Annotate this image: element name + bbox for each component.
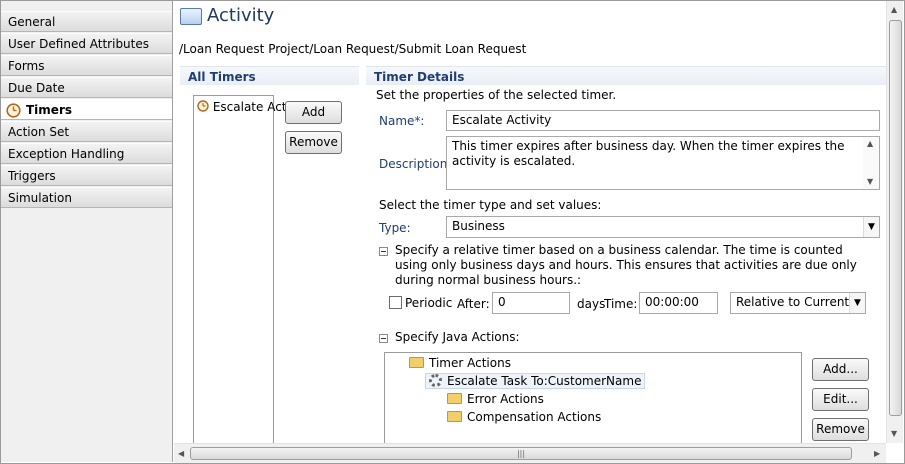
tab-exception-handling[interactable]: Exception Handling — [1, 143, 172, 164]
scroll-down-icon[interactable]: ▼ — [891, 429, 897, 438]
after-label: After: — [457, 297, 490, 311]
tree-node-escalate-task[interactable]: Escalate Task To:CustomerName — [425, 373, 646, 389]
tab-due-date[interactable]: Due Date — [1, 77, 172, 98]
after-days-field[interactable]: 0 — [492, 292, 570, 314]
tab-general[interactable]: General — [1, 11, 172, 32]
java-actions-label: Specify Java Actions: — [395, 330, 520, 344]
tab-triggers[interactable]: Triggers — [1, 165, 172, 186]
remove-action-button[interactable]: Remove — [812, 418, 869, 441]
tab-user-defined-attributes[interactable]: User Defined Attributes — [1, 33, 172, 54]
tab-label: Action Set — [8, 125, 70, 139]
tree-node-error-actions[interactable]: Error Actions — [447, 392, 544, 406]
tab-label: Timers — [26, 103, 73, 117]
relative-to-value: Relative to Current Ti — [736, 295, 864, 309]
collapse-icon[interactable] — [379, 247, 388, 256]
scroll-up-icon[interactable]: ▲ — [891, 5, 897, 14]
tab-label: Simulation — [8, 191, 72, 205]
vertical-scrollbar[interactable]: ▲ ▼ — [886, 1, 903, 443]
clock-icon — [197, 100, 209, 112]
folder-icon — [447, 411, 462, 422]
type-select[interactable]: Business ▼ — [446, 216, 880, 238]
type-label: Type: — [379, 221, 411, 235]
days-label: days — [577, 297, 606, 311]
type-select-value: Business — [452, 219, 505, 233]
relative-timer-text: Specify a relative timer based on a busi… — [395, 243, 857, 287]
tree-node-label: Timer Actions — [429, 356, 511, 370]
tab-action-set[interactable]: Action Set — [1, 121, 172, 142]
horizontal-scrollbar[interactable]: ◀ ||| ▶ — [174, 443, 886, 463]
tab-label: Forms — [8, 59, 45, 73]
name-label: Name*: — [379, 114, 425, 128]
periodic-checkbox[interactable] — [389, 296, 402, 309]
scroll-up-icon[interactable]: ▲ — [867, 139, 873, 148]
periodic-label: Periodic — [405, 296, 453, 310]
description-field[interactable]: This timer expires after business day. W… — [446, 136, 880, 190]
tab-label: User Defined Attributes — [8, 37, 150, 51]
vertical-scroll-thumb[interactable] — [889, 20, 902, 416]
all-timers-header: All Timers — [180, 66, 359, 85]
folder-icon — [409, 357, 424, 368]
page-title: Activity — [207, 5, 275, 26]
chevron-down-icon: ▼ — [849, 293, 865, 313]
tree-node-label: Compensation Actions — [467, 410, 602, 424]
tree-node-timer-actions[interactable]: Timer Actions — [409, 356, 511, 370]
tree-node-compensation-actions[interactable]: Compensation Actions — [447, 410, 601, 424]
edit-action-button[interactable]: Edit... — [812, 388, 869, 411]
scroll-left-icon[interactable]: ◀ — [178, 449, 184, 458]
breadcrumb: /Loan Request Project/Loan Request/Submi… — [179, 42, 527, 56]
folder-icon — [447, 393, 462, 404]
tree-node-label: Escalate Task To:CustomerName — [447, 374, 642, 388]
add-action-button[interactable]: Add... — [812, 358, 869, 381]
scroll-down-icon[interactable]: ▼ — [867, 177, 873, 186]
relative-to-select[interactable]: Relative to Current Ti ▼ — [730, 292, 866, 314]
tab-forms[interactable]: Forms — [1, 55, 172, 76]
select-type-text: Select the timer type and set values: — [379, 198, 602, 212]
gear-icon — [429, 374, 442, 387]
name-field[interactable]: Escalate Activity — [446, 110, 880, 131]
main-panel: Activity /Loan Request Project/Loan Requ… — [174, 1, 886, 443]
remove-timer-button[interactable]: Remove — [285, 131, 342, 154]
scroll-right-icon[interactable]: ▶ — [874, 449, 880, 458]
description-scrollbar[interactable]: ▲ ▼ — [863, 137, 879, 189]
tree-node-label: Error Actions — [467, 392, 544, 406]
timer-details-intro: Set the properties of the selected timer… — [376, 88, 617, 102]
add-timer-button[interactable]: Add — [285, 101, 342, 124]
timers-list[interactable]: Escalate Activity — [193, 95, 312, 443]
time-label: Time: — [604, 297, 638, 311]
activity-icon — [180, 8, 202, 25]
time-field[interactable]: 00:00:00 — [639, 292, 718, 314]
horizontal-scroll-thumb[interactable]: ||| — [190, 447, 852, 460]
tab-label: Exception Handling — [8, 147, 125, 161]
tab-simulation[interactable]: Simulation — [1, 187, 172, 208]
timer-details-header: Timer Details — [366, 66, 886, 85]
description-label: Description: — [379, 157, 452, 171]
tab-label: Triggers — [8, 169, 56, 183]
property-tabs: General User Defined Attributes Forms Du… — [1, 1, 173, 462]
chevron-down-icon: ▼ — [863, 217, 879, 237]
tab-timers[interactable]: Timers — [1, 99, 172, 120]
tab-label: Due Date — [8, 81, 65, 95]
clock-icon — [6, 103, 21, 118]
java-actions-tree[interactable]: Timer Actions Escalate Task To:CustomerN… — [384, 352, 802, 443]
collapse-icon[interactable] — [379, 334, 388, 343]
tab-label: General — [8, 15, 56, 29]
